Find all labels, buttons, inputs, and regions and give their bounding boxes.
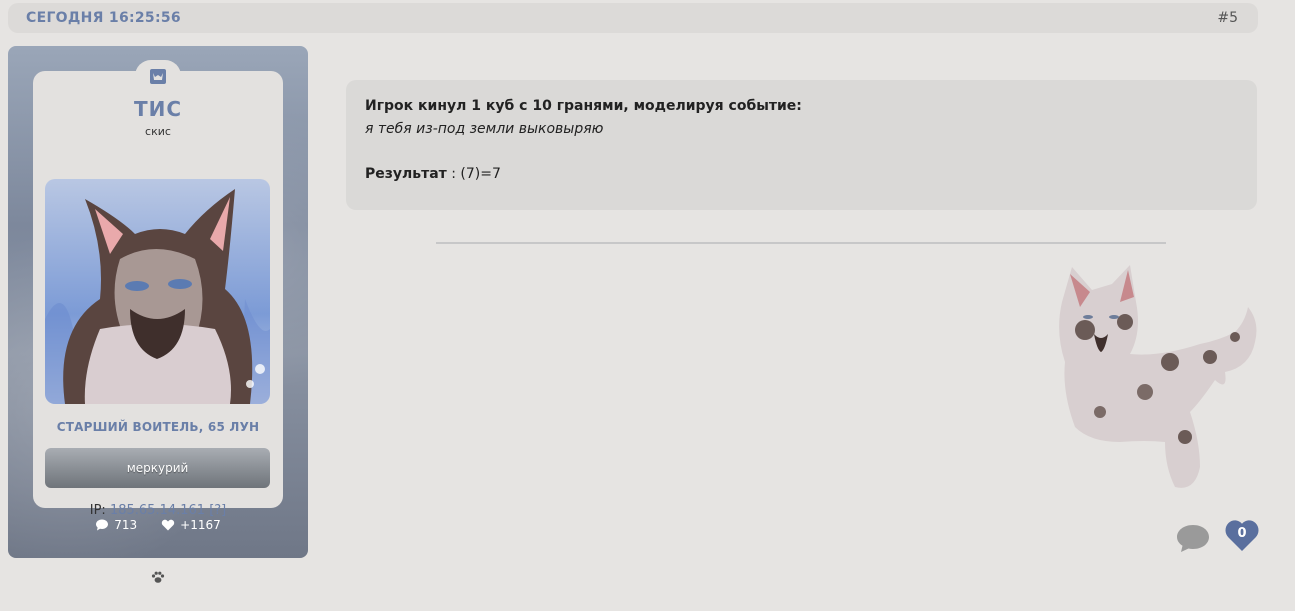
ip-label: IP:: [89, 503, 106, 518]
user-tag-label: меркурий: [126, 461, 189, 475]
post-number[interactable]: #5: [1217, 10, 1238, 26]
profile-panel: ТИС скис СТАРШИЙ ВОИТЕЛЬ, 65 ЛУН меркури…: [8, 46, 308, 558]
profile-card: ТИС скис СТАРШИЙ ВОИТЕЛЬ, 65 ЛУН меркури…: [33, 60, 283, 518]
dice-title: Игрок кинул 1 куб с 10 гранями, моделиру…: [365, 98, 802, 114]
username[interactable]: ТИС: [33, 97, 283, 121]
dice-event: я тебя из-под земли выковыряю: [365, 121, 604, 137]
post-header: СЕГОДНЯ 16:25:56 #5: [8, 3, 1258, 33]
ip-line: IP: 185.65.14.161 [?]: [33, 503, 283, 518]
profile-stats: 713 +1167: [8, 518, 308, 532]
paw-icon: [151, 571, 165, 583]
signature-image: [1059, 265, 1257, 488]
avatar: [45, 179, 270, 404]
like-button[interactable]: 0: [1224, 518, 1260, 552]
post-date[interactable]: СЕГОДНЯ 16:25:56: [26, 10, 181, 26]
like-count: 0: [1237, 526, 1247, 541]
posts-stat[interactable]: 713: [95, 518, 137, 532]
user-title: скис: [145, 125, 171, 138]
dice-roll-box: Игрок кинул 1 куб с 10 гранями, моделиру…: [346, 80, 1257, 210]
result-value: : (7)=7: [446, 166, 501, 182]
ip-link[interactable]: 185.65.14.161 [?]: [110, 503, 226, 518]
user-rank: СТАРШИЙ ВОИТЕЛЬ, 65 ЛУН: [56, 420, 260, 434]
comment-icon[interactable]: [1175, 522, 1211, 554]
speech-bubble-icon: [96, 519, 109, 531]
dice-result: Результат : (7)=7: [365, 163, 1238, 186]
posts-count: 713: [114, 518, 138, 532]
rank-badge: [135, 60, 181, 92]
reputation-value: +1167: [180, 518, 221, 532]
reputation-stat[interactable]: +1167: [161, 518, 221, 532]
heart-icon: [161, 519, 175, 531]
result-label: Результат: [365, 166, 447, 182]
cat-head-icon: [150, 69, 166, 84]
user-tag: меркурий: [45, 448, 270, 488]
signature-divider: [436, 242, 1166, 244]
